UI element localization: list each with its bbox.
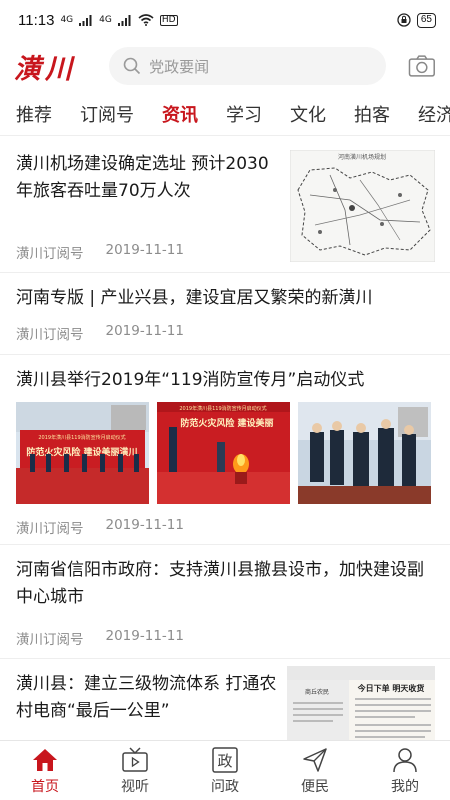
news-feed: 潢川机场建设确定选址 预计2030年旅客吞吐量70万人次 潢川订阅号 2019-… xyxy=(0,137,450,769)
camera-icon[interactable] xyxy=(408,54,436,78)
app-header: 潢川 党政要闻 xyxy=(0,40,450,92)
send-icon xyxy=(303,747,327,772)
search-icon xyxy=(123,57,141,75)
network-indicator-secondary: 4G xyxy=(99,14,112,25)
nav-profile[interactable]: 我的 xyxy=(365,746,445,796)
article-date: 2019-11-11 xyxy=(105,517,184,533)
article-item[interactable]: 潢川机场建设确定选址 预计2030年旅客吞吐量70万人次 潢川订阅号 2019-… xyxy=(0,137,450,273)
article-photo-officials-inspection xyxy=(298,402,431,504)
article-item[interactable]: 河南专版 | 产业兴县，建设宜居又繁荣的新潢川 潢川订阅号 2019-11-11 xyxy=(0,273,450,355)
category-tabs: 推荐 订阅号 资讯 学习 文化 拍客 经济 xyxy=(0,92,450,136)
svg-text:政: 政 xyxy=(217,752,232,770)
tv-icon xyxy=(122,746,148,772)
article-title: 潢川县举行2019年“119消防宣传月”启动仪式 xyxy=(16,370,365,390)
svg-text:防范火灾风险 建设美丽: 防范火灾风险 建设美丽 xyxy=(180,417,273,429)
article-date: 2019-11-11 xyxy=(105,323,184,339)
tab-subscriptions[interactable]: 订阅号 xyxy=(64,101,134,127)
svg-text:河南潢川机场规划: 河南潢川机场规划 xyxy=(338,153,386,161)
nav-label: 我的 xyxy=(391,778,419,795)
zheng-icon: 政 xyxy=(212,746,238,773)
battery-indicator: 65 xyxy=(416,12,436,28)
article-photo-ceremony-stage: 2019年潢川县119消防宣传月启动仪式 防范火灾风险 建设美丽潢川 xyxy=(16,402,149,504)
article-title: 潢川县：建立三级物流体系 打通农村电商“最后一公里” xyxy=(16,674,277,721)
article-photo-fire-demo: 2019年潢川县119消防宣传月启动仪式 防范火灾风险 建设美丽 xyxy=(157,402,290,504)
article-source: 潢川订阅号 xyxy=(16,632,84,648)
svg-text:2019年潢川县119消防宣传月启动仪式: 2019年潢川县119消防宣传月启动仪式 xyxy=(38,434,125,441)
search-input[interactable]: 党政要闻 xyxy=(109,47,387,85)
nav-label: 便民 xyxy=(301,778,329,795)
article-meta: 潢川订阅号 2019-11-11 xyxy=(16,628,184,648)
wifi-icon xyxy=(138,14,154,26)
network-indicator: 4G xyxy=(60,14,74,25)
signal-icon-secondary xyxy=(117,14,131,26)
article-date: 2019-11-11 xyxy=(105,628,184,644)
nav-inquiry[interactable]: 政 问政 xyxy=(185,746,265,796)
search-placeholder: 党政要闻 xyxy=(149,57,210,76)
article-date: 2019-11-11 xyxy=(105,242,184,258)
nav-label: 首页 xyxy=(31,778,59,795)
app-logo: 潢川 xyxy=(14,53,76,85)
tab-culture[interactable]: 文化 xyxy=(274,101,326,127)
tab-photographer[interactable]: 拍客 xyxy=(338,101,390,127)
article-source: 潢川订阅号 xyxy=(16,246,84,262)
status-time: 11:13 xyxy=(18,11,55,29)
article-title: 潢川机场建设确定选址 预计2030年旅客吞吐量70万人次 xyxy=(16,154,269,201)
bottom-navigation: 首页 视听 政 问政 便民 我的 xyxy=(0,740,450,800)
article-source: 潢川订阅号 xyxy=(16,521,84,537)
tab-economy[interactable]: 经济 xyxy=(402,101,450,127)
article-meta: 潢川订阅号 2019-11-11 xyxy=(16,242,184,262)
nav-home[interactable]: 首页 xyxy=(5,746,85,796)
status-bar: 11:13 4G 4G HD 65 xyxy=(0,0,450,40)
lock-icon xyxy=(397,13,411,27)
article-source: 潢川订阅号 xyxy=(16,327,84,343)
hd-indicator: HD xyxy=(159,14,178,26)
article-thumbnail-map: 河南潢川机场规划 xyxy=(290,150,435,262)
nav-video[interactable]: 视听 xyxy=(95,746,175,796)
article-title: 河南省信阳市政府：支持潢川县撤县设市，加快建设副中心城市 xyxy=(16,560,424,607)
article-item[interactable]: 潢川县举行2019年“119消防宣传月”启动仪式 2019年潢川县119消防宣传… xyxy=(0,355,450,545)
nav-label: 视听 xyxy=(121,778,149,795)
svg-text:商丘农民: 商丘农民 xyxy=(305,688,329,696)
article-title: 河南专版 | 产业兴县，建设宜居又繁荣的新潢川 xyxy=(16,288,373,308)
tab-news[interactable]: 资讯 xyxy=(146,101,198,127)
article-meta: 潢川订阅号 2019-11-11 xyxy=(16,517,184,537)
article-image-gallery: 2019年潢川县119消防宣传月启动仪式 防范火灾风险 建设美丽潢川 2019年… xyxy=(16,402,431,504)
tab-recommend[interactable]: 推荐 xyxy=(0,101,52,127)
signal-icon xyxy=(79,14,92,26)
nav-label: 问政 xyxy=(211,778,239,795)
article-meta: 潢川订阅号 2019-11-11 xyxy=(16,323,184,343)
nav-services[interactable]: 便民 xyxy=(275,746,355,796)
tab-study[interactable]: 学习 xyxy=(210,101,262,127)
svg-text:今日下单 明天收货: 今日下单 明天收货 xyxy=(357,683,425,693)
svg-text:2019年潢川县119消防宣传月启动仪式: 2019年潢川县119消防宣传月启动仪式 xyxy=(179,405,266,412)
home-icon xyxy=(33,748,57,771)
article-item[interactable]: 河南省信阳市政府：支持潢川县撤县设市，加快建设副中心城市 潢川订阅号 2019-… xyxy=(0,545,450,659)
user-icon xyxy=(393,747,417,772)
